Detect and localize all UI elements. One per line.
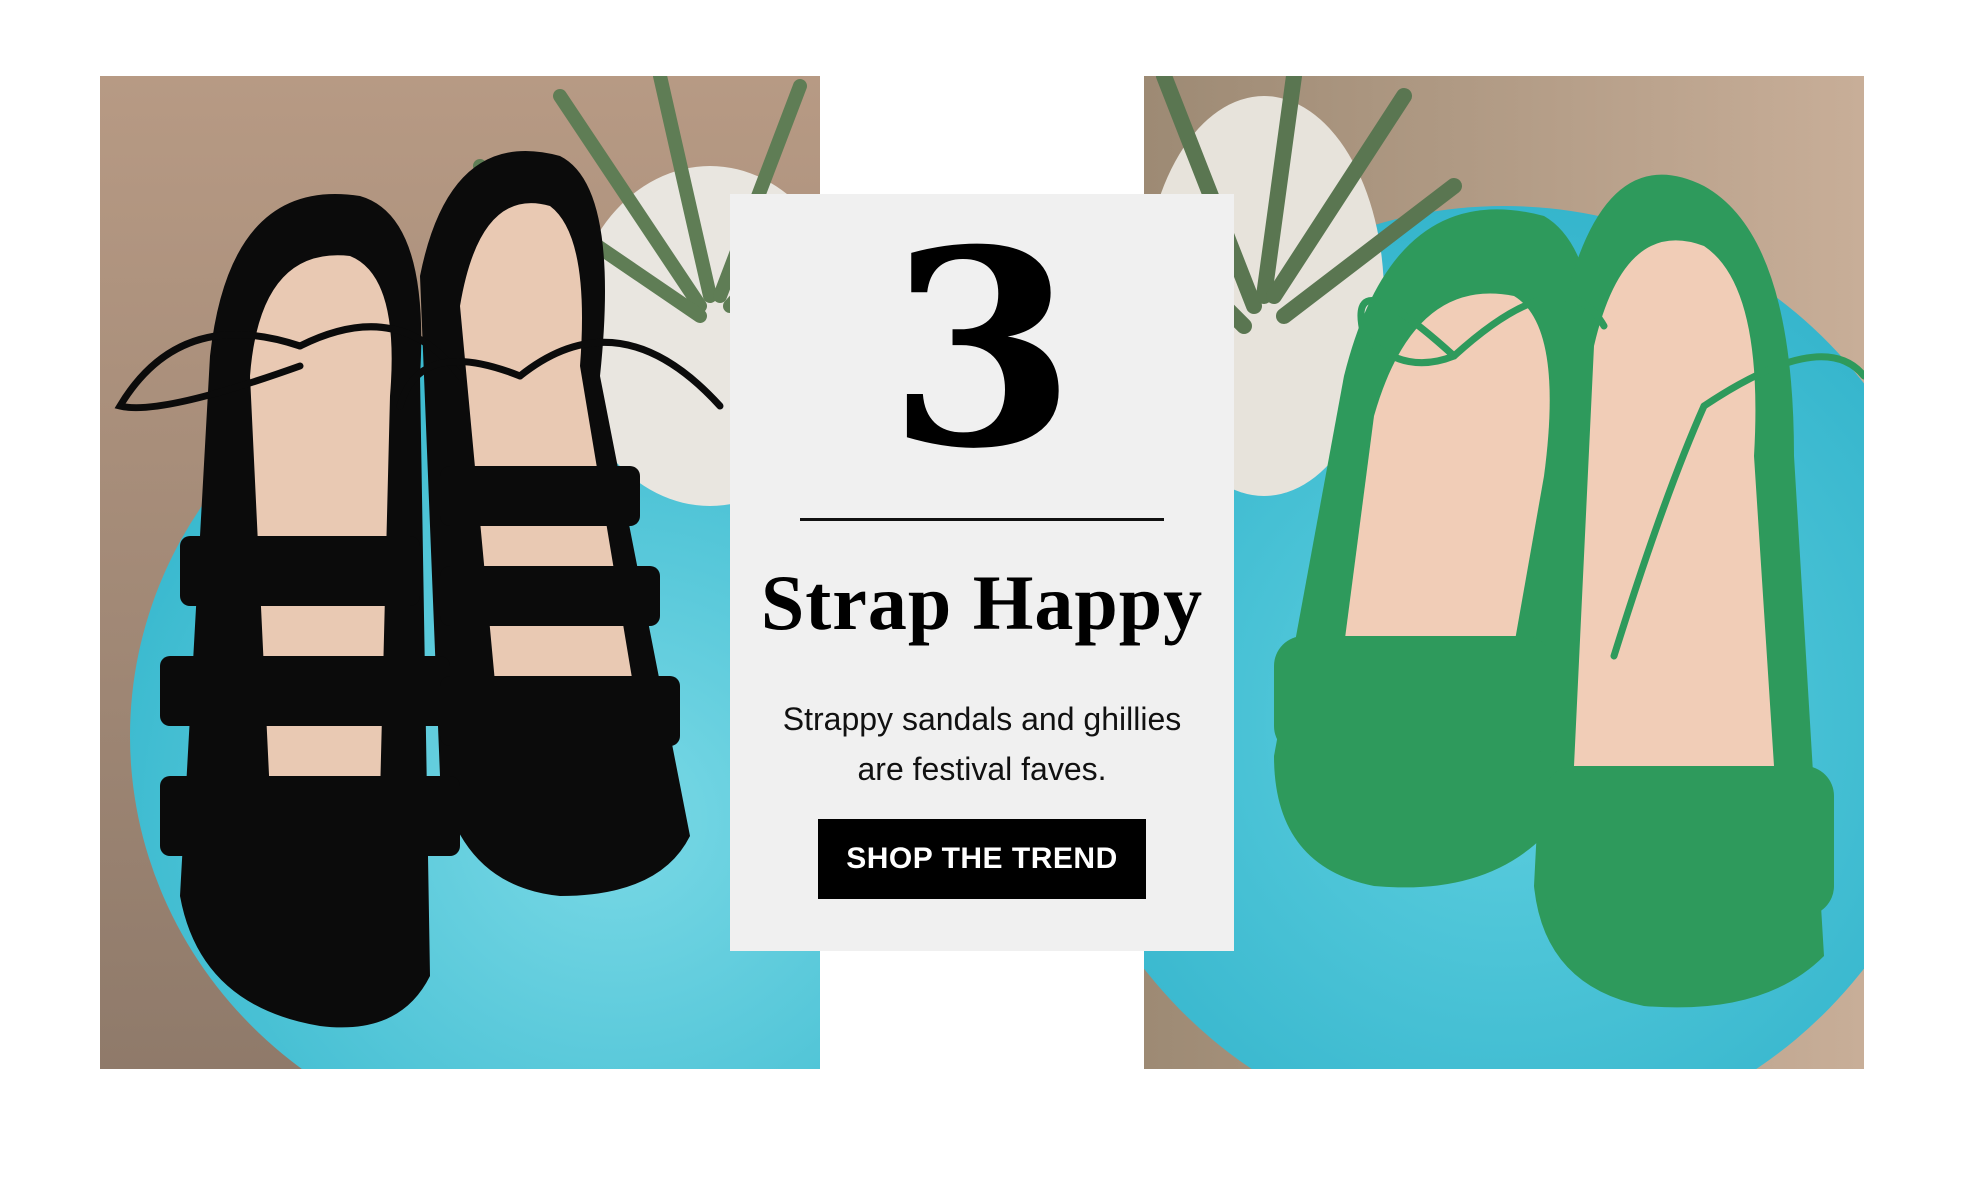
feature-description: Strappy sandals and ghillies are festiva… [770,694,1194,794]
feature-card: 3 Strap Happy Strappy sandals and ghilli… [730,194,1234,951]
feature-number: 3 [888,190,1076,508]
green-sandals-image [1144,76,1864,1069]
shop-the-trend-button[interactable]: SHOP THE TREND [818,819,1146,899]
black-sandals-image [100,76,820,1069]
green-sandals-photo[interactable] [1144,76,1864,1069]
divider [800,518,1164,521]
description-line-2: are festival faves. [857,751,1107,787]
feature-title: Strap Happy [760,559,1204,646]
description-line-1: Strappy sandals and ghillies [782,701,1182,737]
black-sandals-photo[interactable] [100,76,820,1069]
